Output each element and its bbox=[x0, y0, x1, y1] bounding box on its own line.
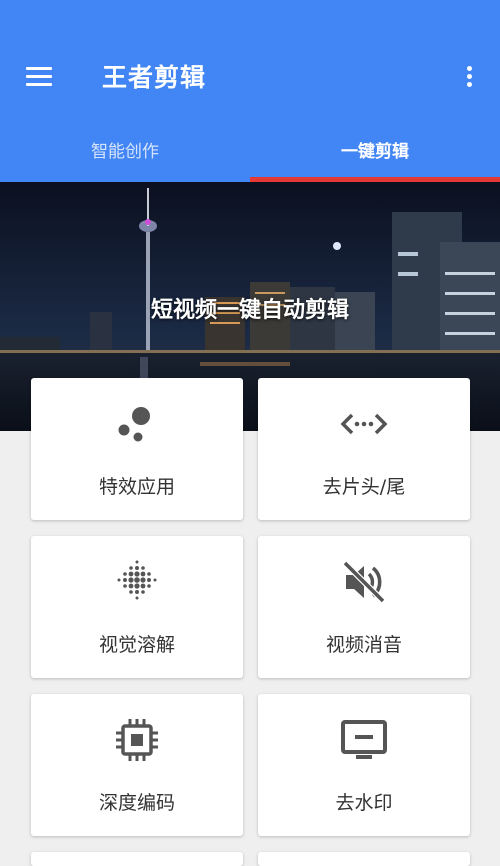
tab-one-click-edit[interactable]: 一键剪辑 bbox=[250, 118, 500, 182]
feature-label: 特效应用 bbox=[98, 476, 175, 498]
menu-icon bbox=[26, 67, 52, 70]
bubbles-icon bbox=[118, 407, 150, 442]
blur-dots-icon bbox=[117, 560, 157, 600]
tab-label: 一键剪辑 bbox=[341, 142, 409, 162]
more-options-button[interactable] bbox=[460, 60, 480, 92]
feature-card-mute[interactable]: 视频消音 bbox=[258, 536, 470, 678]
tab-smart-create[interactable]: 智能创作 bbox=[0, 118, 250, 182]
feature-label: 视频消音 bbox=[325, 634, 402, 656]
menu-button[interactable] bbox=[22, 60, 56, 92]
feature-card-encode[interactable]: 深度编码 bbox=[31, 694, 243, 836]
code-arrows-icon bbox=[340, 413, 388, 435]
feature-label: 深度编码 bbox=[98, 792, 175, 814]
feature-label: 去片头/尾 bbox=[322, 476, 406, 498]
feature-label: 去水印 bbox=[335, 792, 393, 814]
chip-icon bbox=[116, 719, 158, 761]
app-title: 王者剪辑 bbox=[102, 63, 207, 92]
banner-title: 短视频一键自动剪辑 bbox=[150, 298, 349, 323]
feature-card-trim[interactable]: 去片头/尾 bbox=[258, 378, 470, 520]
more-vert-icon bbox=[467, 66, 472, 71]
tab-label: 智能创作 bbox=[91, 142, 159, 162]
app-bar: 王者剪辑 智能创作 一键剪辑 bbox=[0, 0, 500, 182]
feature-card-partial[interactable] bbox=[31, 852, 243, 866]
feature-card-dissolve[interactable]: 视觉溶解 bbox=[31, 536, 243, 678]
monitor-icon bbox=[341, 720, 387, 759]
feature-card-remove-watermark[interactable]: 去水印 bbox=[258, 694, 470, 836]
volume-off-icon bbox=[342, 560, 386, 604]
feature-label: 视觉溶解 bbox=[98, 634, 175, 656]
feature-card-partial[interactable] bbox=[258, 852, 470, 866]
feature-card-effects[interactable]: 特效应用 bbox=[31, 378, 243, 520]
